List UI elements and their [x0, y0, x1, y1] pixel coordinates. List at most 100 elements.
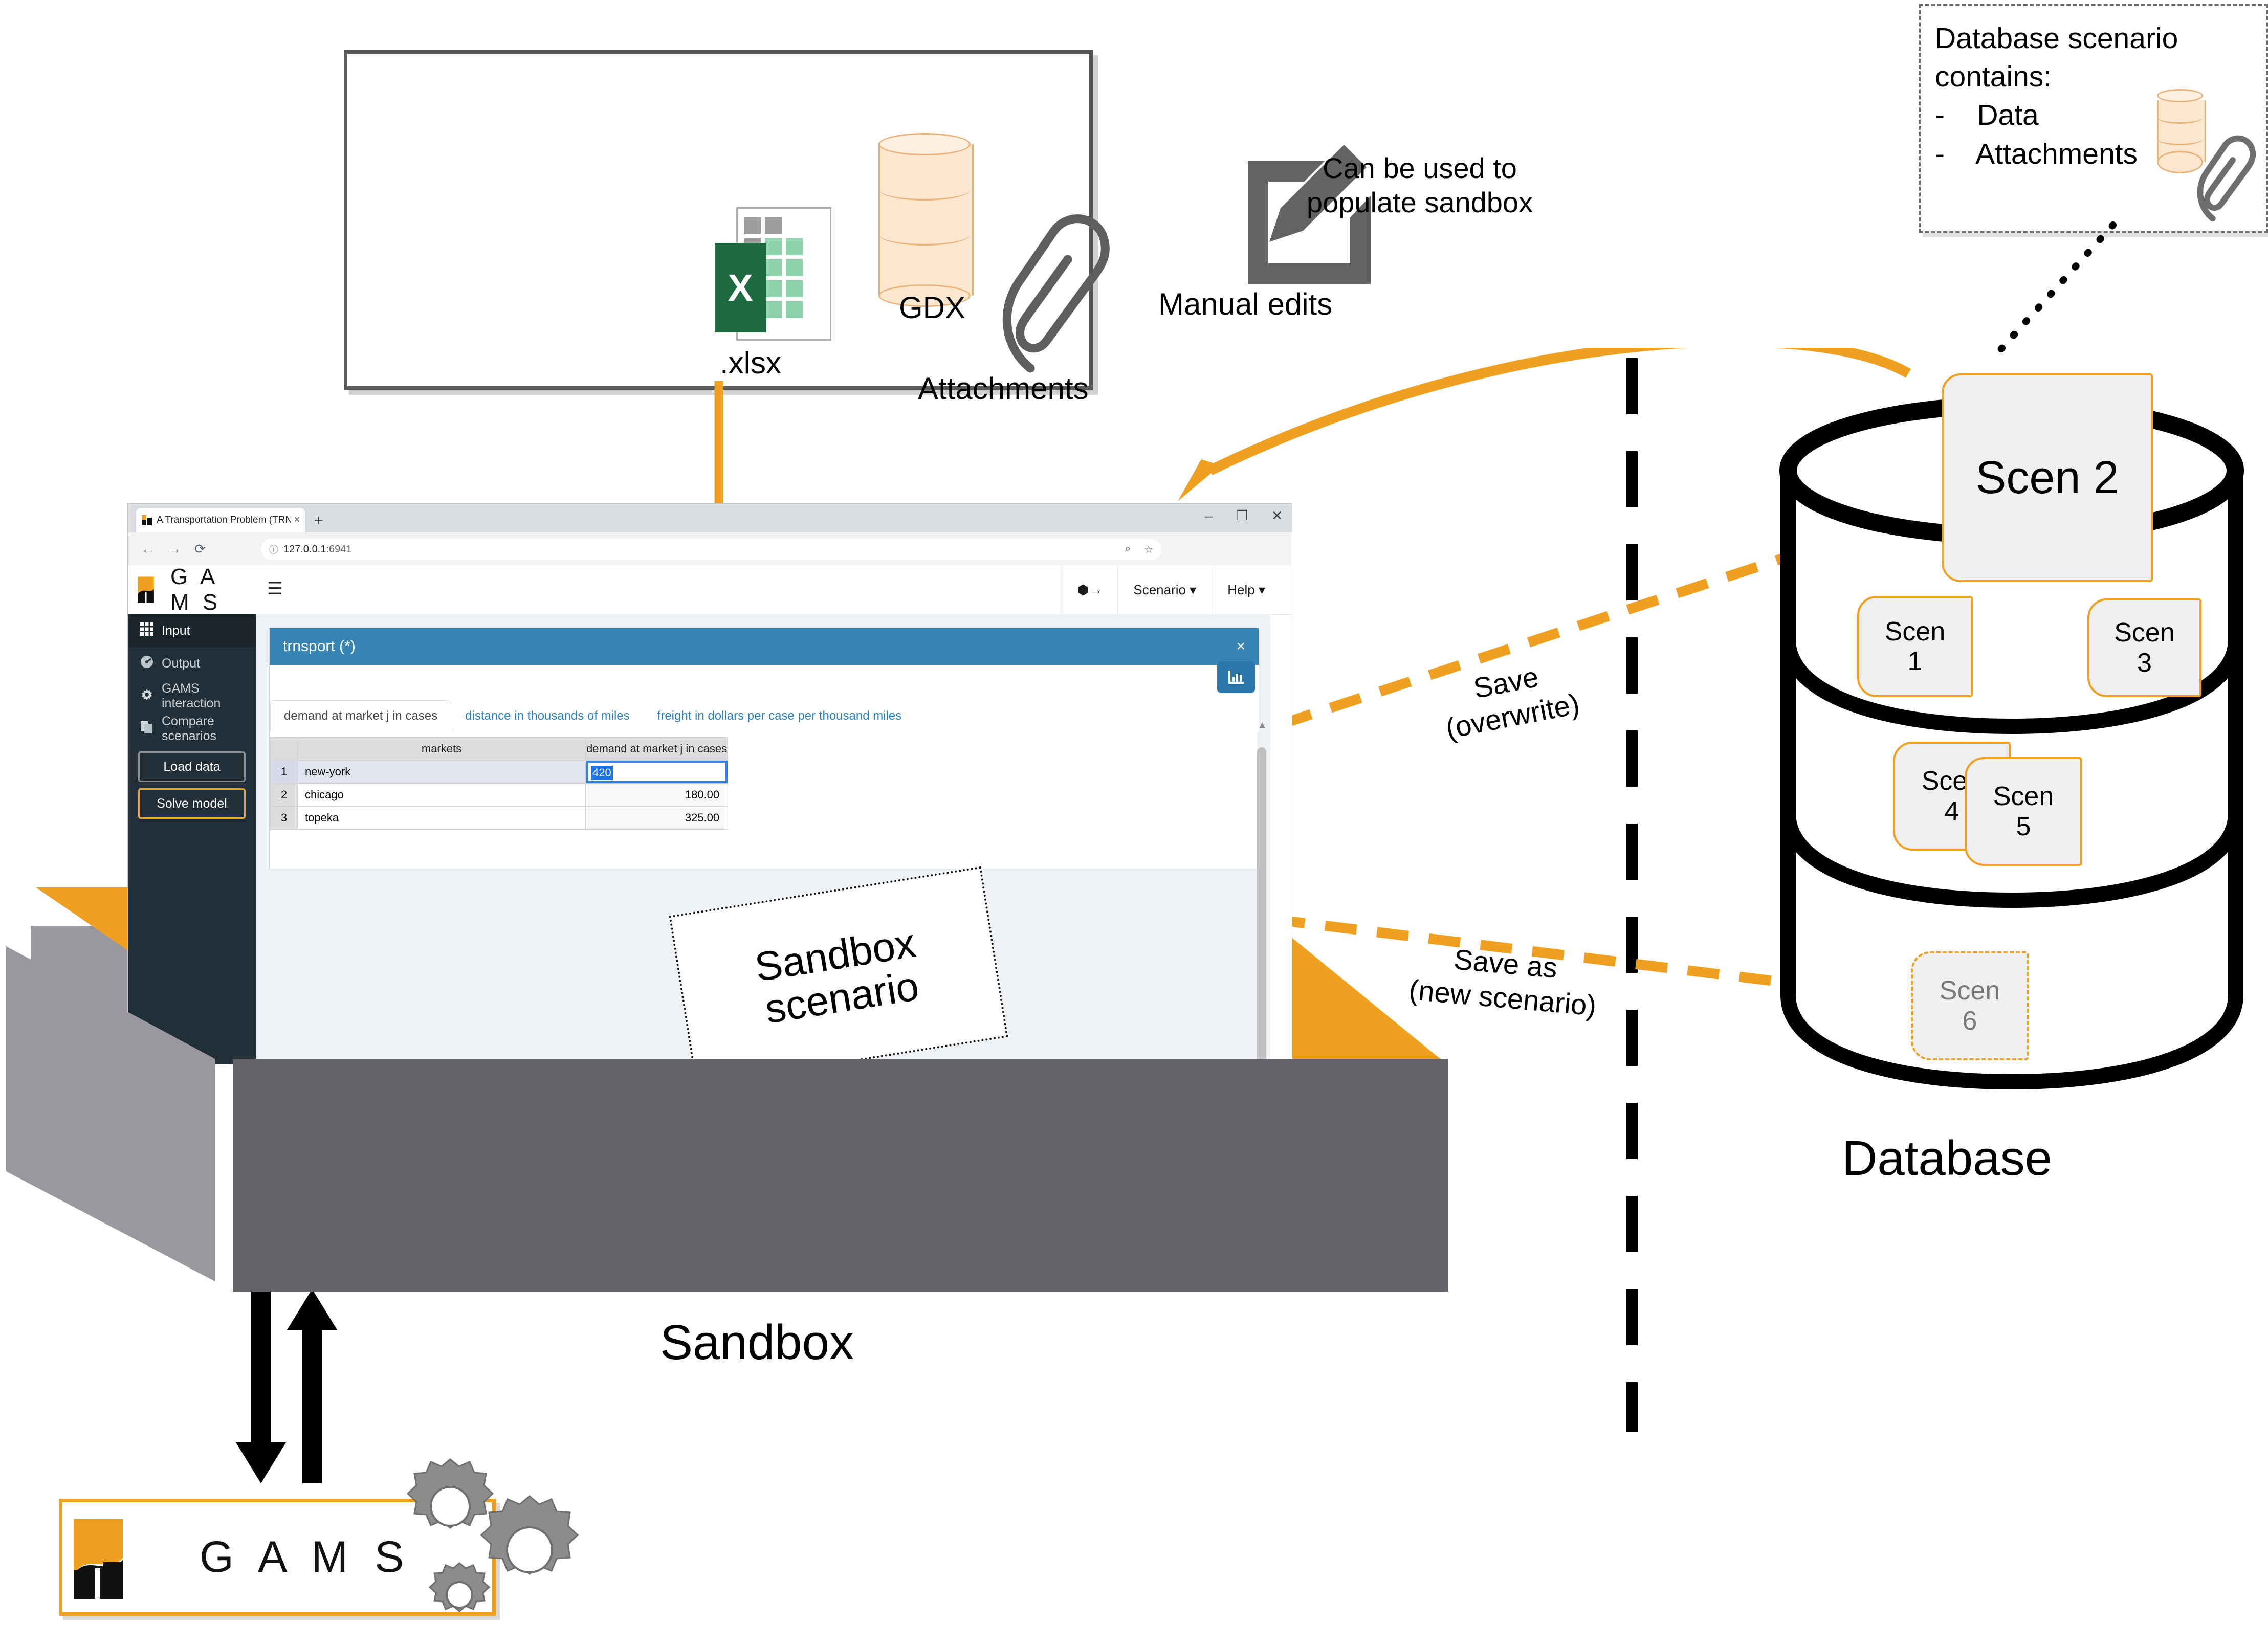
- row-market: chicago: [297, 783, 586, 807]
- app-header: G A M S ☰ ⬢→ Scenario ▾ Help ▾: [128, 564, 1292, 615]
- database-scenario-callout: Database scenario contains: - Data - Att…: [1919, 4, 2268, 233]
- gams-favicon: [141, 515, 152, 526]
- address-bar[interactable]: ⓘ 127.0.0.1:6941 ⌕ ☆: [261, 539, 1161, 560]
- sidebar-item-output[interactable]: Output: [128, 647, 256, 680]
- sandbox-label: Sandbox: [660, 1315, 854, 1370]
- load-data-button[interactable]: Load data: [138, 751, 246, 782]
- scroll-up-arrow-icon[interactable]: ▲: [1257, 720, 1267, 731]
- bookmark-star-icon[interactable]: ☆: [1144, 543, 1153, 556]
- row-number: 1: [270, 760, 298, 784]
- gear-icon: [140, 688, 153, 705]
- close-icon[interactable]: ×: [1236, 638, 1245, 655]
- table-row[interactable]: 2 chicago 180.00: [270, 783, 729, 807]
- new-tab-button[interactable]: +: [314, 513, 323, 528]
- gams-logo-bottom-word: G A M S: [200, 1532, 411, 1582]
- cell-demand[interactable]: 180.00: [585, 783, 729, 807]
- scenario-box-scen-3[interactable]: Scen 3: [2087, 598, 2201, 697]
- help-menu[interactable]: Help ▾: [1212, 565, 1281, 614]
- back-icon[interactable]: ←: [141, 541, 155, 557]
- tab-distance[interactable]: distance in thousands of miles: [451, 700, 644, 731]
- close-window-icon[interactable]: ✕: [1271, 509, 1283, 522]
- bar-chart-icon[interactable]: [1217, 661, 1255, 693]
- source-label-xlsx: .xlsx: [720, 346, 781, 380]
- row-market: topeka: [297, 806, 586, 830]
- table-row[interactable]: 3 topeka 325.00: [270, 806, 729, 830]
- sidebar-item-label: Input: [162, 623, 190, 638]
- browser-tab-title: A Transportation Problem (TRNS: [157, 515, 291, 525]
- scenario-label: Scen: [2114, 618, 2175, 648]
- scenario-label: Scen: [1993, 782, 2054, 812]
- browser-toolbar: ← → ⟳ ⓘ 127.0.0.1:6941 ⌕ ☆ A R ⬆: [128, 532, 1292, 585]
- scenario-box-scen-5[interactable]: Scen 5: [1965, 757, 2082, 866]
- copy-pages-icon: [140, 721, 153, 738]
- dataset-tabs: demand at market j in cases distance in …: [270, 700, 916, 731]
- card-header: trnsport (*) ×: [270, 628, 1259, 665]
- url-port: :6941: [326, 543, 352, 555]
- info-circle-icon: ⓘ: [269, 545, 278, 555]
- sidebar-item-compare-scenarios[interactable]: Compare scenarios: [128, 713, 256, 745]
- populate-sandbox-label: Can be used to populate sandbox: [1306, 152, 1533, 219]
- paperclip-icon: [1002, 214, 1110, 373]
- database-label: Database: [1842, 1131, 2052, 1186]
- source-label-attachments: Attachments: [918, 371, 1089, 406]
- column-markets: markets: [297, 737, 586, 761]
- tab-demand[interactable]: demand at market j in cases: [270, 700, 452, 731]
- sidebar-item-input[interactable]: Input: [128, 614, 256, 647]
- table-row[interactable]: 1 new-york 420: [270, 760, 729, 784]
- gears-icon: [406, 1458, 579, 1612]
- gauge-icon: [140, 655, 153, 672]
- diagram-canvas: X .xlsx GDX Attachments Manual edits A T…: [0, 0, 2268, 1646]
- sandbox-orange-corner-right: [1287, 933, 1440, 1059]
- table-header-row: markets demand at market j in cases: [270, 737, 729, 761]
- sandbox-front-face: [233, 1059, 1448, 1292]
- tab-freight[interactable]: freight in dollars per case per thousand…: [643, 700, 916, 731]
- sandbox-left-lid: [6, 946, 215, 1281]
- card-title: trnsport (*): [283, 638, 356, 655]
- zoom-in-icon[interactable]: ⌕: [1125, 543, 1131, 556]
- callout-text: Database scenario contains: - Data - Att…: [1935, 22, 2178, 170]
- solve-model-button[interactable]: Solve model: [138, 788, 246, 819]
- url-host: 127.0.0.1: [283, 543, 326, 555]
- grid-icon: [140, 622, 153, 639]
- scenario-label: Scen: [1884, 616, 1946, 647]
- gams-wordmark: G A M S: [170, 564, 222, 615]
- scenario-number: 3: [2137, 648, 2152, 678]
- deploy-icon[interactable]: ⬢→: [1061, 565, 1118, 614]
- close-icon[interactable]: ×: [294, 515, 300, 526]
- gams-logo: G A M S: [137, 564, 247, 615]
- sidebar-item-label: Compare scenarios: [162, 714, 216, 743]
- row-number: 2: [270, 783, 298, 807]
- maximize-icon[interactable]: ❐: [1236, 509, 1248, 522]
- forward-icon[interactable]: →: [168, 541, 181, 557]
- cell-demand-editing[interactable]: 420: [585, 760, 729, 784]
- scenario-box-scen-2[interactable]: Scen 2: [1942, 373, 2153, 582]
- row-market: new-york: [297, 760, 586, 784]
- sandbox-scenario-tag-text: Sandbox scenario: [752, 920, 922, 1032]
- sidebar-item-gams-interaction[interactable]: GAMS interaction: [128, 680, 256, 713]
- scenario-menu[interactable]: Scenario ▾: [1117, 565, 1212, 614]
- scenario-label: Scen 2: [1975, 452, 2119, 503]
- reload-icon[interactable]: ⟳: [194, 541, 206, 557]
- data-sources-panel: X .xlsx GDX Attachments Manual edits: [344, 50, 1371, 406]
- source-label-manual-edits: Manual edits: [1158, 287, 1333, 321]
- app-header-menu: ⬢→ Scenario ▾ Help ▾: [1061, 565, 1281, 614]
- column-demand: demand at market j in cases: [585, 737, 729, 761]
- scenario-label: Scen: [1939, 976, 2000, 1006]
- scenario-box-scen-6[interactable]: Scen 6: [1911, 951, 2029, 1060]
- scenario-number: 4: [1944, 796, 1959, 826]
- browser-tab[interactable]: A Transportation Problem (TRNS ×: [136, 508, 305, 532]
- scenario-number: 1: [1907, 647, 1923, 676]
- hamburger-icon[interactable]: ☰: [267, 579, 282, 599]
- scenario-box-scen-1[interactable]: Scen 1: [1857, 596, 1973, 697]
- row-number: 3: [270, 806, 298, 830]
- data-table: markets demand at market j in cases 1 ne…: [270, 737, 729, 830]
- source-label-gdx: GDX: [899, 291, 966, 325]
- window-controls[interactable]: – ❐ ✕: [1205, 509, 1283, 522]
- minimize-icon[interactable]: –: [1205, 509, 1212, 522]
- scenario-number: 6: [1962, 1006, 1977, 1036]
- cell-demand[interactable]: 325.00: [585, 806, 729, 830]
- sidebar-item-label: Output: [162, 656, 201, 671]
- paperclip-icon: [2197, 135, 2256, 222]
- callout-leader-line: [1992, 221, 2117, 359]
- sidebar-item-label: GAMS interaction: [162, 681, 221, 710]
